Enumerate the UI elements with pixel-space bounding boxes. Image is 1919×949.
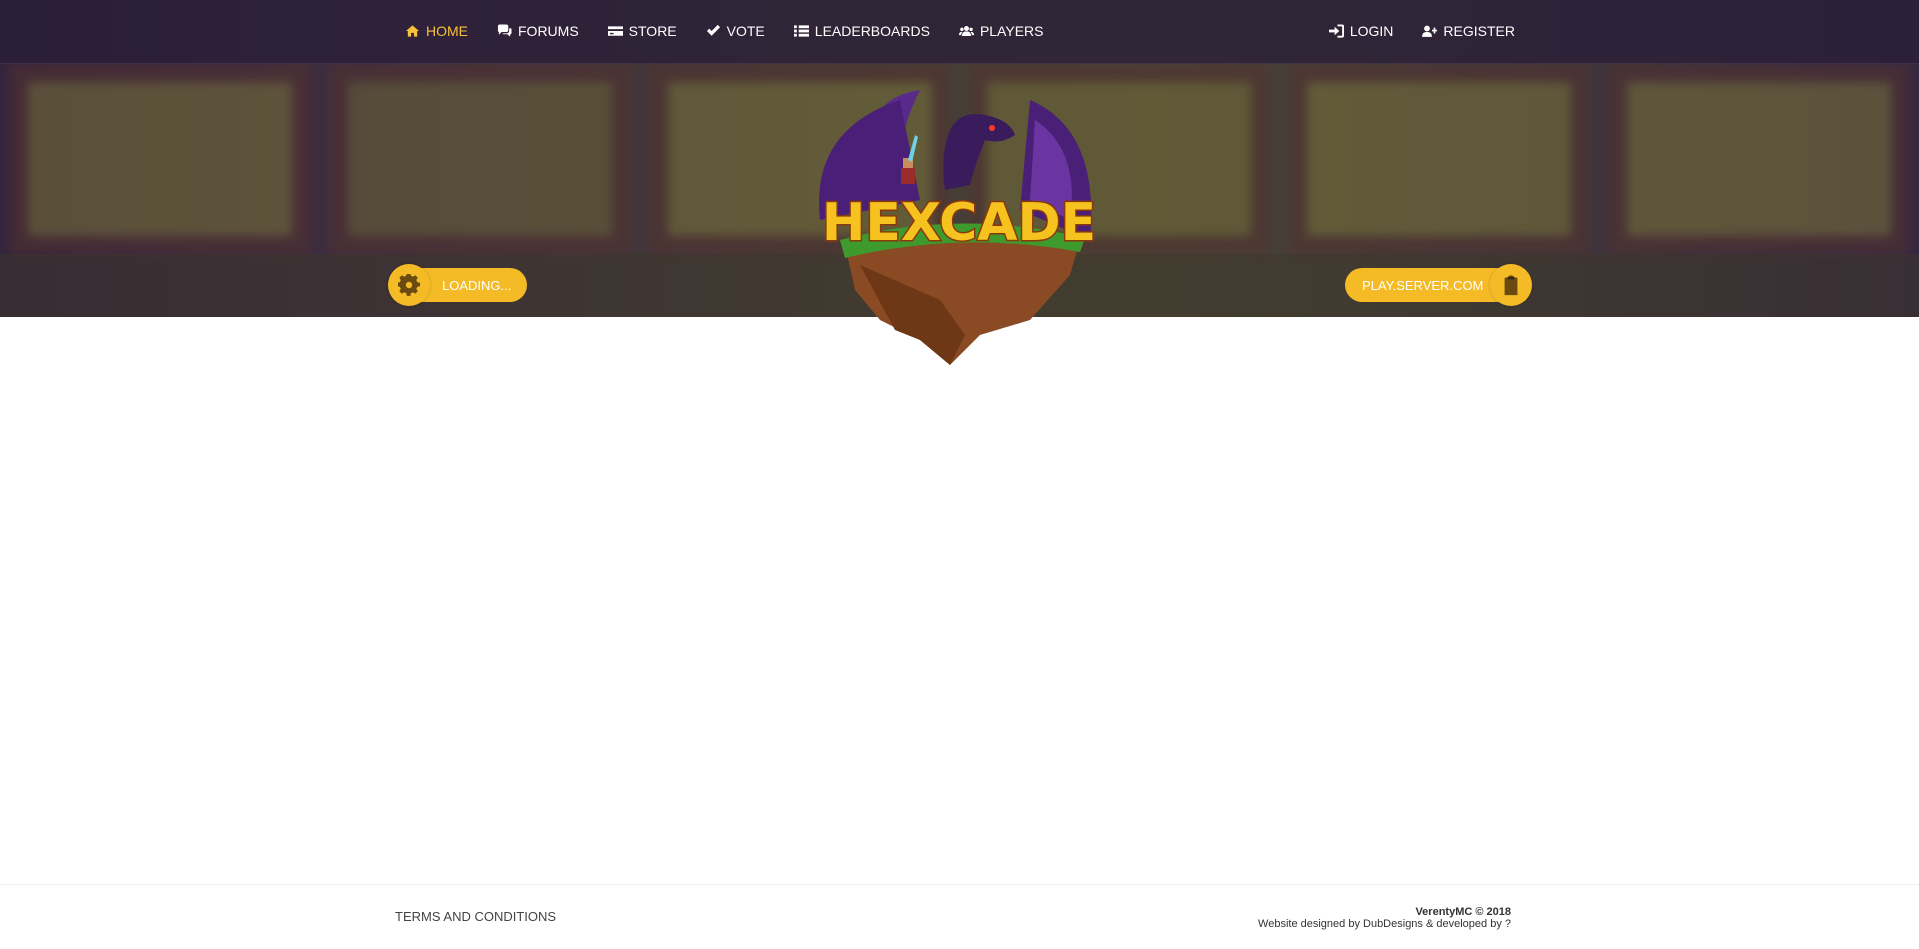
users-icon [958,26,974,36]
user-plus-icon [1422,25,1438,37]
hexcade-logo[interactable]: HEXCADE [800,90,1118,365]
nav-leaderboards[interactable]: LEADERBOARDS [793,23,930,39]
gear-icon [398,274,420,296]
top-navbar: HOME FORUMS STORE VOTE LEADERBOARDS PLAY… [0,0,1919,64]
nav-register[interactable]: REGISTER [1422,23,1515,39]
comments-icon [497,24,512,37]
main-nav: HOME FORUMS STORE VOTE LEADERBOARDS PLAY… [405,0,1072,62]
server-ip-badge[interactable]: PLAY.SERVER.COM [1345,264,1532,306]
logo-text: HEXCADE [822,193,1096,253]
terms-link[interactable]: TERMS AND CONDITIONS [395,909,556,924]
nav-store[interactable]: STORE [607,23,677,39]
credit-card-icon [607,26,623,36]
player-count-badge[interactable]: LOADING... [388,264,527,306]
list-icon [793,25,809,37]
clipboard-icon [1504,275,1518,296]
nav-players[interactable]: PLAYERS [958,23,1043,39]
home-icon [405,25,420,37]
site-footer: TERMS AND CONDITIONS VerentyMC © 2018 We… [0,884,1919,949]
copy-ip-button[interactable] [1490,264,1532,306]
server-status-text: LOADING... [442,277,512,293]
sign-in-icon [1328,24,1344,38]
credits-text: Website designed by DubDesigns & develop… [1258,918,1511,930]
account-nav: LOGIN REGISTER [1300,0,1515,62]
nav-forums[interactable]: FORUMS [497,23,579,39]
check-icon [706,24,720,36]
server-ip-text: PLAY.SERVER.COM [1362,277,1484,293]
nav-vote[interactable]: VOTE [706,23,765,39]
nav-login[interactable]: LOGIN [1328,23,1393,39]
footer-credits: VerentyMC © 2018 Website designed by Dub… [1258,906,1511,930]
copyright-text: VerentyMC © 2018 [1415,906,1511,918]
nav-home[interactable]: HOME [405,23,468,39]
